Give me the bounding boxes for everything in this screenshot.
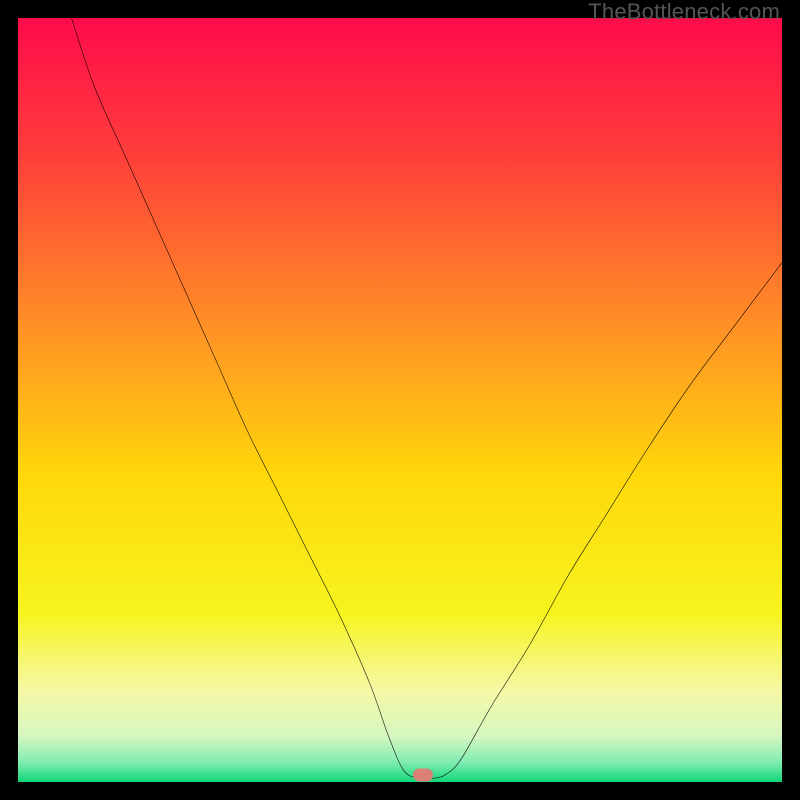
watermark-label: TheBottleneck.com [588, 0, 780, 25]
bottleneck-curve [18, 18, 782, 782]
chart-frame: TheBottleneck.com [0, 0, 800, 800]
optimal-point-marker [413, 769, 433, 782]
plot-area [18, 18, 782, 782]
